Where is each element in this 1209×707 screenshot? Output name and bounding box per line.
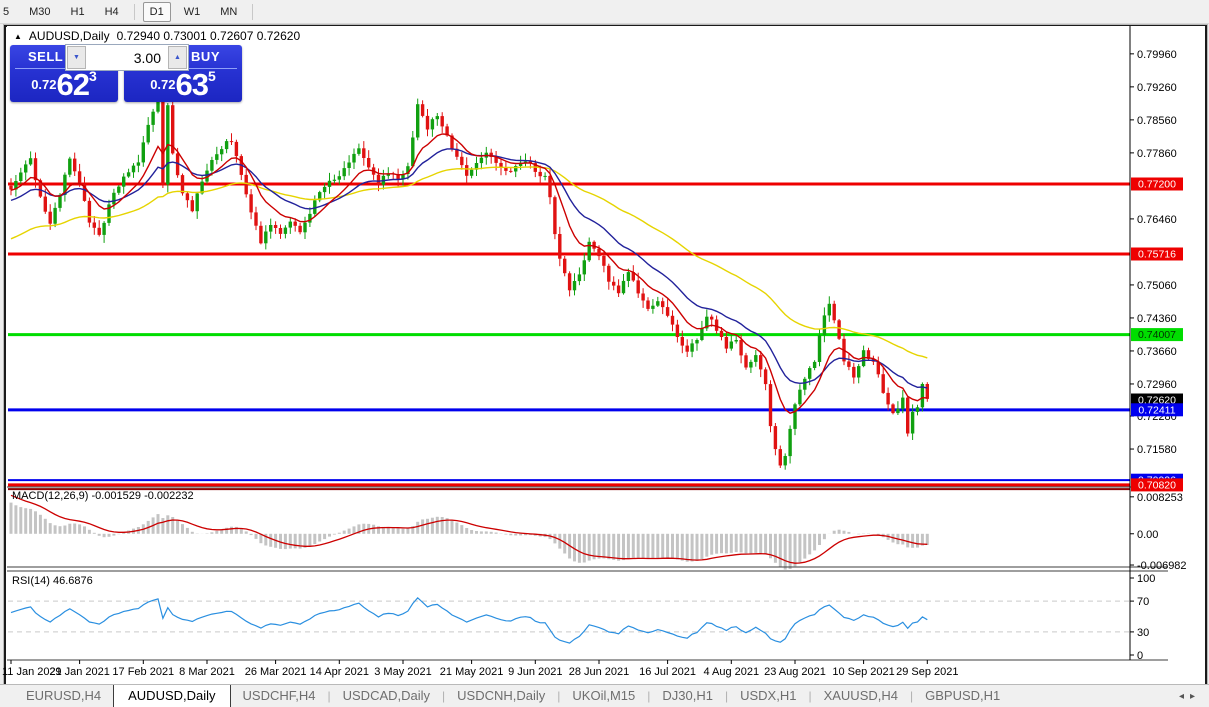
- buy-label: BUY: [191, 49, 220, 64]
- axis-tick-label: 0.73660: [1137, 346, 1177, 358]
- chart-tab-usdx-h1[interactable]: USDX,H1: [728, 685, 808, 707]
- volume-input[interactable]: [87, 45, 167, 70]
- date-axis-label: 8 Mar 2021: [179, 666, 235, 678]
- tab-scroll-arrows[interactable]: ◂▸: [1179, 691, 1201, 702]
- axis-tick-label: 0.79260: [1137, 82, 1177, 94]
- axis-tick-label: 0.77860: [1137, 148, 1177, 160]
- svg-text:0.75716: 0.75716: [1138, 249, 1176, 261]
- axis-tick-label: 0.72960: [1137, 379, 1177, 391]
- volume-spinner: ▼ ▲: [65, 44, 189, 71]
- chart-symbol-label: AUDUSD,Daily: [28, 29, 110, 43]
- one-click-trading-panel: SELL 0.72623 BUY 0.72635 ▼ ▲: [10, 44, 242, 102]
- svg-text:0.74007: 0.74007: [1138, 329, 1176, 341]
- date-axis-label: 10 Sep 2021: [832, 666, 894, 678]
- date-axis-label: 16 Jul 2021: [639, 666, 696, 678]
- volume-increase-button[interactable]: ▲: [168, 46, 187, 69]
- volume-decrease-button[interactable]: ▼: [67, 46, 86, 69]
- chart-tab-ukoil-m15[interactable]: UKOil,M15: [560, 685, 647, 707]
- chart-tab-audusd-daily[interactable]: AUDUSD,Daily: [113, 685, 231, 707]
- axis-tick-label: 0.74360: [1137, 313, 1177, 325]
- price-chip: 0.74007: [1131, 328, 1183, 342]
- svg-text:0.77200: 0.77200: [1138, 179, 1176, 191]
- chart-tab-eurusd-h4[interactable]: EURUSD,H4: [14, 685, 113, 707]
- date-axis-label: 21 May 2021: [440, 666, 504, 678]
- price-chip: 0.72411: [1131, 403, 1183, 417]
- date-axis-label: 23 Aug 2021: [764, 666, 826, 678]
- chart-title: ▲ AUDUSD,Daily 0.72940 0.73001 0.72607 0…: [14, 29, 300, 43]
- collapse-triangle-icon[interactable]: ▲: [14, 32, 22, 41]
- axis-tick-label: 0.79960: [1137, 49, 1177, 61]
- date-axis-label: 3 May 2021: [374, 666, 431, 678]
- price-chip: 0.75716: [1131, 247, 1183, 261]
- mt4-application: { "toolbar": { "timeframes": ["5", "M30"…: [0, 0, 1209, 707]
- price-chip: 0.77200: [1131, 177, 1183, 191]
- tab-scroll-right-icon: ▸: [1189, 691, 1201, 702]
- date-axis-label: 4 Aug 2021: [703, 666, 759, 678]
- axis-tick-label: -0.006982: [1137, 560, 1187, 572]
- buy-price: 0.72635: [150, 67, 216, 102]
- chart-tab-xauusd-h4[interactable]: XAUUSD,H4: [812, 685, 910, 707]
- axis-tick-label: 100: [1137, 573, 1155, 585]
- axis-tick-label: 0.76460: [1137, 214, 1177, 226]
- date-axis-label: 26 Mar 2021: [245, 666, 307, 678]
- price-chip: 0.70820: [1131, 478, 1183, 492]
- chart-tab-dj30-h1[interactable]: DJ30,H1: [650, 685, 725, 707]
- sell-price: 0.72623: [31, 67, 97, 102]
- svg-text:0.70820: 0.70820: [1138, 479, 1176, 491]
- axis-tick-label: 0.71580: [1137, 444, 1177, 456]
- chart-tab-usdcnh-daily[interactable]: USDCNH,Daily: [445, 685, 557, 707]
- date-axis-label: 28 Jun 2021: [569, 666, 630, 678]
- chart-tab-bar: EURUSD,H4 AUDUSD,Daily USDCHF,H4 | USDCAD,Da…: [0, 684, 1209, 707]
- chart-ohlc-values: 0.72940 0.73001 0.72607 0.72620: [116, 29, 301, 43]
- chart-tab-usdcad-daily[interactable]: USDCAD,Daily: [331, 685, 442, 707]
- plot-background: [7, 26, 1205, 660]
- rsi-indicator-label: RSI(14) 46.6876: [12, 575, 93, 587]
- axis-tick-label: 0.00: [1137, 529, 1158, 541]
- axis-tick-label: 70: [1137, 596, 1149, 608]
- axis-tick-label: 0.75060: [1137, 280, 1177, 292]
- chart-canvas[interactable]: 0.79960 0.79260 0.78560 0.77860 0.76460 0.750…: [0, 0, 1209, 684]
- date-axis-label: 17 Feb 2021: [112, 666, 174, 678]
- axis-tick-label: 0.78560: [1137, 115, 1177, 127]
- tab-scroll-left-icon: ◂: [1178, 691, 1190, 702]
- svg-text:0.72411: 0.72411: [1138, 404, 1175, 416]
- date-axis-label: 14 Apr 2021: [310, 666, 369, 678]
- chart-tab-usdchf-h4[interactable]: USDCHF,H4: [231, 685, 328, 707]
- date-axis-label: 29 Jan 2021: [49, 666, 110, 678]
- axis-tick-label: 0: [1137, 650, 1143, 662]
- axis-tick-label: 0.008253: [1137, 492, 1183, 504]
- sell-label: SELL: [28, 49, 64, 64]
- date-axis-label: 29 Sep 2021: [896, 666, 958, 678]
- macd-indicator-label: MACD(12,26,9) -0.001529 -0.002232: [12, 490, 194, 502]
- axis-tick-label: 30: [1137, 627, 1149, 639]
- chart-tab-gbpusd-h1[interactable]: GBPUSD,H1: [913, 685, 1012, 707]
- date-axis-label: 9 Jun 2021: [508, 666, 562, 678]
